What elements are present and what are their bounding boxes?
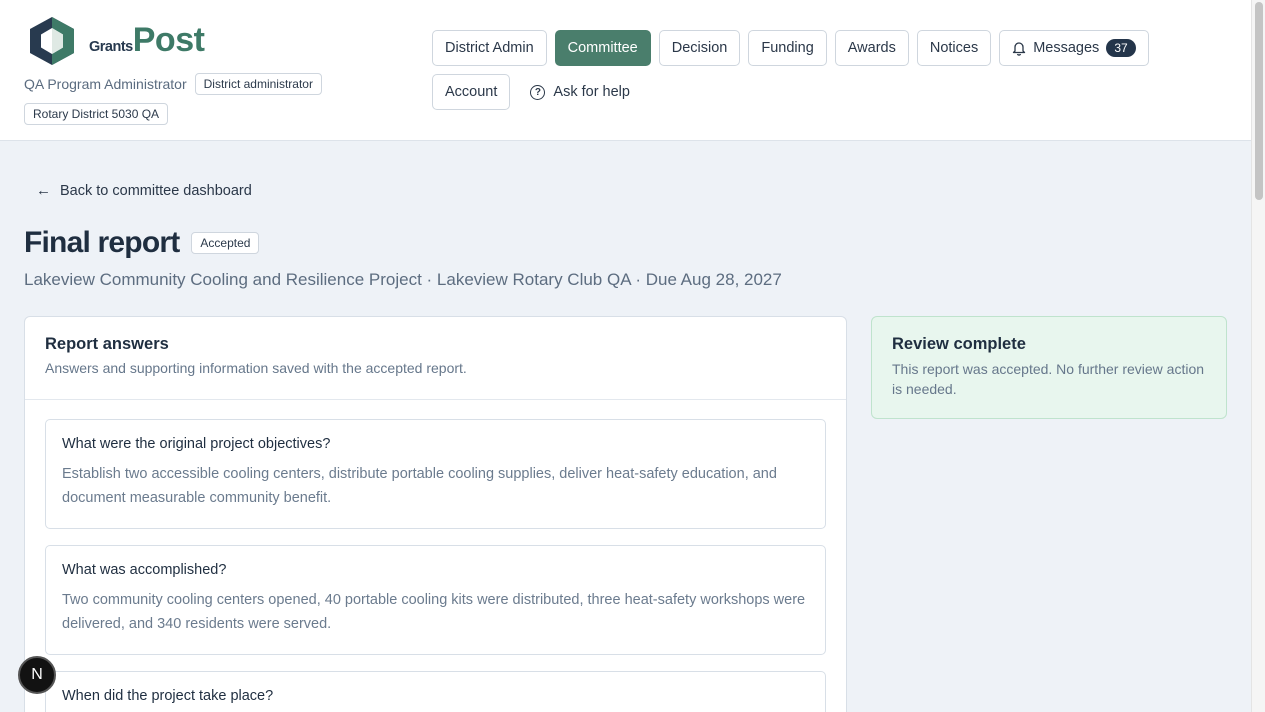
question-text: What was accomplished? (62, 562, 227, 578)
answer-item: When did the project take place? (45, 671, 826, 712)
title-row: Final report Accepted (24, 226, 260, 260)
messages-count-badge: 37 (1106, 39, 1136, 57)
answer-text: Two community cooling centers opened, 40… (62, 592, 806, 632)
role-chip: District administrator (194, 73, 322, 95)
main-nav: District Admin Committee Decision Fundin… (432, 30, 1192, 110)
nav-messages[interactable]: Messages 37 (999, 30, 1149, 66)
card-description: Answers and supporting information saved… (45, 360, 467, 376)
back-link-label: Back to committee dashboard (60, 182, 252, 199)
scrollbar-thumb[interactable] (1255, 2, 1263, 200)
answers-list: What were the original project objective… (25, 400, 846, 712)
status-badge: Accepted (191, 232, 260, 254)
nav-awards[interactable]: Awards (834, 30, 909, 66)
nav-decision[interactable]: Decision (658, 30, 741, 66)
nav-notices[interactable]: Notices (916, 30, 992, 66)
brand-name: GrantsPost (89, 21, 205, 59)
page-subtitle: Lakeview Community Cooling and Resilienc… (24, 270, 782, 289)
page-title: Final report (24, 226, 180, 259)
arrow-left-icon: ← (36, 182, 51, 199)
messages-label: Messages (1033, 40, 1100, 56)
district-chip: Rotary District 5030 QA (24, 103, 169, 125)
answer-text: Establish two accessible cooling centers… (62, 466, 777, 506)
back-link[interactable]: ← Back to committee dashboard (36, 182, 252, 199)
logo-mark-icon (30, 17, 74, 65)
nav-committee[interactable]: Committee (554, 30, 651, 66)
review-status-panel: Review complete This report was accepted… (871, 316, 1227, 419)
nav-account[interactable]: Account (432, 74, 511, 110)
answer-item: What were the original project objective… (45, 419, 826, 529)
card-title: Report answers (45, 335, 169, 353)
help-label: Ask for help (553, 84, 630, 100)
help-icon: ? (530, 84, 546, 100)
top-header: GrantsPost QA Program Administrator Dist… (0, 0, 1251, 141)
dev-tools-button[interactable]: N (18, 656, 56, 694)
question-text: When did the project take place? (62, 688, 274, 704)
help-link[interactable]: ? Ask for help (530, 84, 630, 100)
page-scrollbar[interactable] (1251, 0, 1265, 712)
user-info: QA Program Administrator District admini… (24, 73, 322, 95)
nav-district-admin[interactable]: District Admin (432, 30, 547, 66)
review-text: This report was accepted. No further rev… (892, 361, 1205, 397)
bell-icon (1013, 41, 1026, 56)
card-header: Report answers Answers and supporting in… (25, 317, 846, 400)
nav-funding[interactable]: Funding (748, 30, 827, 66)
brand-logo[interactable]: GrantsPost (25, 16, 205, 66)
question-text: What were the original project objective… (62, 436, 331, 452)
user-name: QA Program Administrator (24, 76, 187, 92)
answer-item: What was accomplished? Two community coo… (45, 545, 826, 655)
review-title: Review complete (892, 335, 1026, 353)
report-answers-card: Report answers Answers and supporting in… (24, 316, 847, 712)
